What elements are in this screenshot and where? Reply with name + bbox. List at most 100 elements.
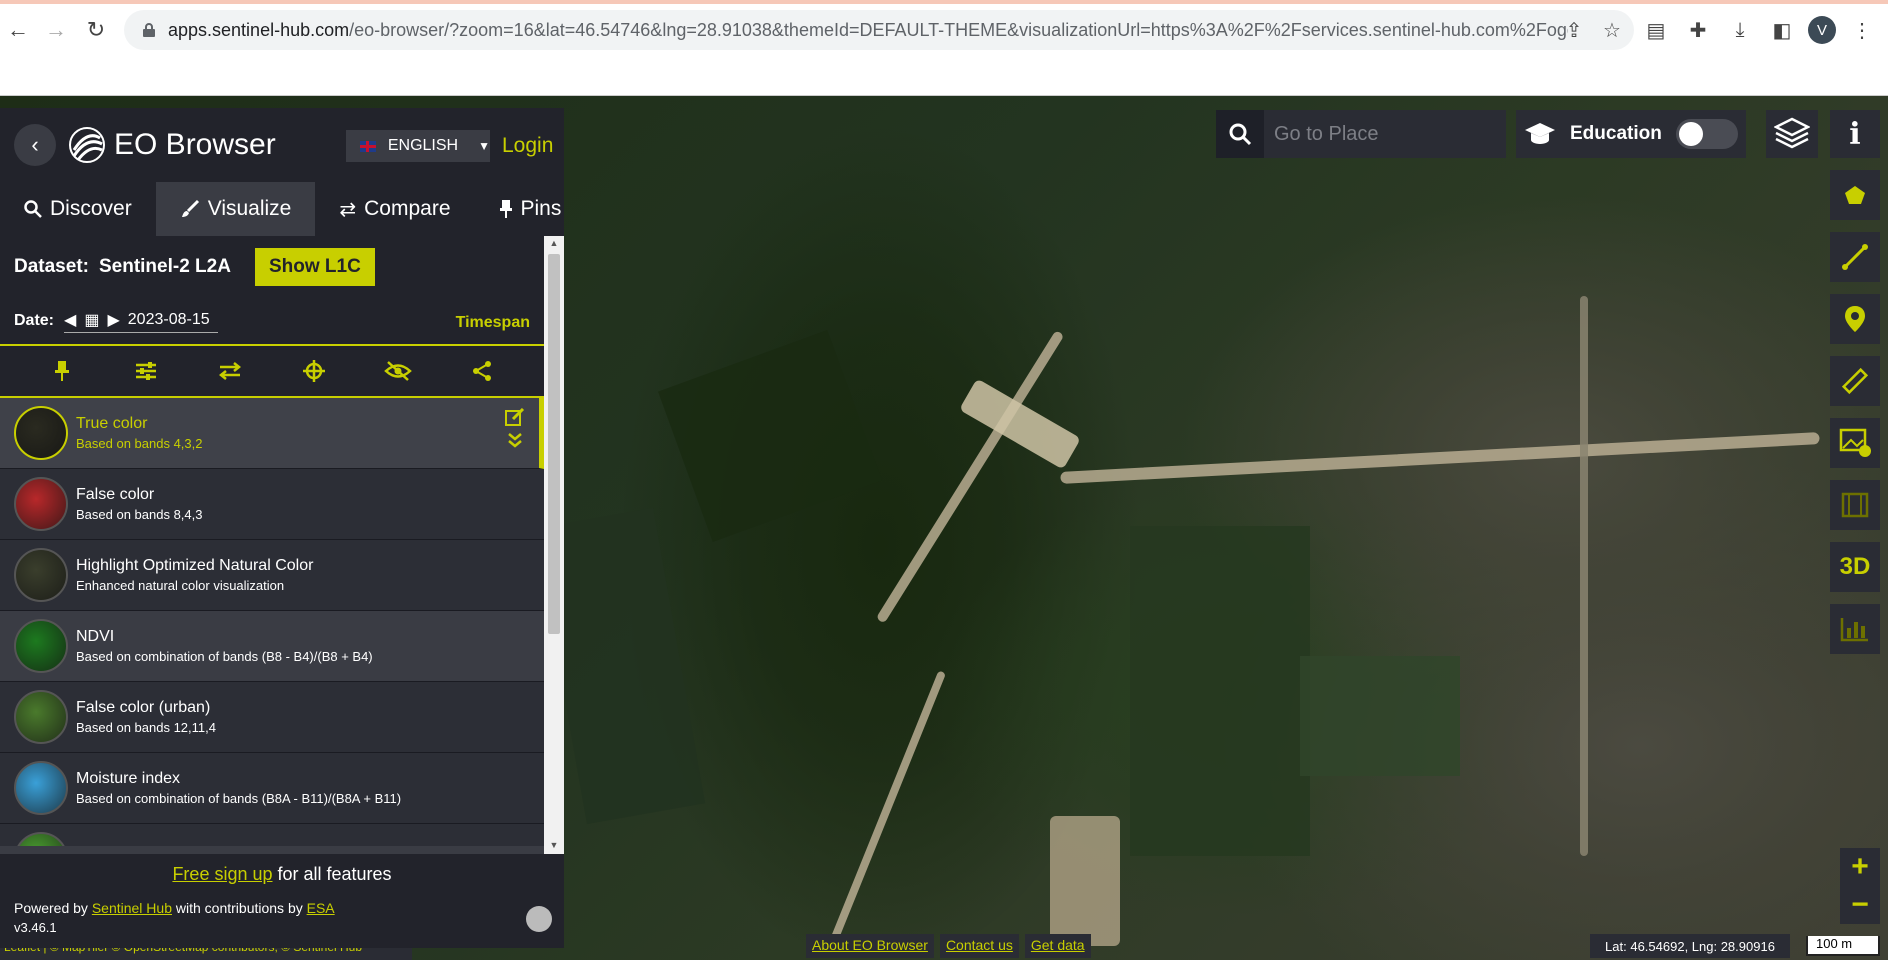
side-panel: ‹ EO Browser ENGLISH ▼ Login Discover Vi… <box>0 108 564 948</box>
layer-thumbnail <box>14 832 68 846</box>
map-marker-icon <box>1845 306 1865 332</box>
url-text: apps.sentinel-hub.com/eo-browser/?zoom=1… <box>168 20 1568 41</box>
caret-right-icon[interactable]: ▶ <box>107 310 119 330</box>
map-tools: 3D <box>1830 170 1880 666</box>
extensions-icon[interactable]: ✚ <box>1682 14 1714 46</box>
layer-list-scrollbar[interactable]: ▲ ▼ <box>544 236 564 854</box>
layer-item[interactable]: True color Based on bands 4,3,2 <box>0 398 544 469</box>
tool-3d-button[interactable]: 3D <box>1830 542 1880 592</box>
layer-item[interactable]: NDVI Based on combination of bands (B8 - … <box>0 611 544 682</box>
map-road <box>826 670 947 952</box>
scroll-down-icon[interactable]: ▼ <box>548 840 560 852</box>
download-icon[interactable]: ⤓ <box>1724 14 1756 46</box>
layers-button[interactable] <box>1766 110 1818 158</box>
draw-line-tool[interactable] <box>1830 232 1880 282</box>
layer-title: False color (urban) <box>76 699 211 716</box>
signup-text: Free sign up for all features <box>0 854 564 885</box>
eye-slash-icon[interactable] <box>383 356 413 386</box>
menu-kebab-icon[interactable]: ⋮ <box>1846 14 1878 46</box>
login-link[interactable]: Login <box>502 134 553 158</box>
tab-pins[interactable]: Pins <box>475 182 586 236</box>
brush-icon <box>181 199 199 217</box>
panel-tabs: Discover Visualize ⇄ Compare Pins <box>0 182 564 236</box>
tab-compare[interactable]: ⇄ Compare <box>315 182 474 236</box>
layer-title: True color <box>76 415 148 432</box>
media-icon[interactable]: ▤ <box>1640 14 1672 46</box>
tab-visualize[interactable]: Visualize <box>155 182 316 236</box>
map-field <box>1130 526 1310 856</box>
search-icon[interactable] <box>1216 110 1264 158</box>
collapse-panel-button[interactable]: ‹ <box>14 124 56 166</box>
esa-link[interactable]: ESA <box>307 900 335 916</box>
caret-left-icon[interactable]: ◀ <box>64 310 76 330</box>
search-input[interactable] <box>1264 122 1494 146</box>
reload-icon[interactable]: ↻ <box>78 12 114 48</box>
date-input[interactable]: 2023-08-15 <box>128 311 210 329</box>
layer-item[interactable]: False color (urban) Based on bands 12,11,… <box>0 682 544 753</box>
map-road <box>1050 816 1120 946</box>
get-data-link[interactable]: Get data <box>1024 934 1091 958</box>
date-label: Date: <box>14 312 55 329</box>
layer-item[interactable]: False color Based on bands 8,4,3 <box>0 469 544 540</box>
calendar-icon[interactable]: ▦ <box>84 310 99 330</box>
statistics-tool[interactable] <box>1830 604 1880 654</box>
show-l1c-button[interactable]: Show L1C <box>254 248 375 286</box>
layer-item[interactable]: Moisture index Based on combination of ba… <box>0 753 544 824</box>
powered-by-label: Powered by <box>14 900 92 916</box>
signup-rest: for all features <box>272 864 392 884</box>
sentinel-hub-link[interactable]: Sentinel Hub <box>92 900 172 916</box>
zoom-out-button[interactable]: − <box>1840 886 1880 924</box>
share-icon[interactable] <box>467 356 497 386</box>
panel-header: ‹ EO Browser ENGLISH ▼ Login <box>0 108 564 182</box>
layer-description: Based on bands 8,4,3 <box>76 507 203 522</box>
sliders-icon[interactable] <box>131 356 161 386</box>
crosshair-icon[interactable] <box>299 356 329 386</box>
back-arrow-icon[interactable]: ← <box>0 12 36 48</box>
map-field <box>658 330 882 542</box>
measure-tool[interactable] <box>1830 356 1880 406</box>
bookmark-star-icon[interactable]: ☆ <box>1596 14 1628 46</box>
compare-icon[interactable] <box>215 356 245 386</box>
sidepanel-icon[interactable]: ◧ <box>1766 14 1798 46</box>
tab-discover[interactable]: Discover <box>0 182 156 236</box>
contact-link[interactable]: Contact us <box>939 934 1019 958</box>
about-link[interactable]: About EO Browser <box>806 934 934 958</box>
map-field <box>1300 656 1460 776</box>
free-signup-link[interactable]: Free sign up <box>172 864 272 884</box>
layer-item[interactable]: SWIR <box>0 824 544 846</box>
layers-icon <box>1774 117 1810 149</box>
edit-icon[interactable] <box>505 408 525 426</box>
layer-thumbnail <box>14 548 68 602</box>
zoom-control: + − <box>1840 848 1880 924</box>
scroll-up-icon[interactable]: ▲ <box>548 238 560 250</box>
layer-item[interactable]: Highlight Optimized Natural Color Enhance… <box>0 540 544 611</box>
draw-polygon-tool[interactable] <box>1830 170 1880 220</box>
panel-footer: Free sign up for all features Powered by… <box>0 854 564 948</box>
layer-title: Moisture index <box>76 770 181 787</box>
language-select[interactable]: ENGLISH ▼ <box>346 130 490 162</box>
address-bar[interactable]: apps.sentinel-hub.com/eo-browser/?zoom=1… <box>124 10 1634 50</box>
layer-description: Based on bands 12,11,4 <box>76 720 216 735</box>
image-download-tool[interactable] <box>1830 418 1880 468</box>
uk-flag-icon <box>360 140 376 152</box>
double-chevron-down-icon[interactable] <box>507 432 523 448</box>
zoom-in-button[interactable]: + <box>1840 848 1880 886</box>
timelapse-tool[interactable] <box>1830 480 1880 530</box>
app-logo: EO Browser <box>68 126 276 164</box>
avatar[interactable]: V <box>1808 16 1836 44</box>
layer-title: False color <box>76 486 155 503</box>
pin-icon[interactable] <box>47 356 77 386</box>
scroll-thumb[interactable] <box>548 254 560 634</box>
layer-list: True color Based on bands 4,3,2 False colo… <box>0 398 544 846</box>
place-marker-tool[interactable] <box>1830 294 1880 344</box>
forward-arrow-icon[interactable]: → <box>38 12 74 48</box>
education-toggle[interactable] <box>1675 119 1738 149</box>
film-icon <box>1841 492 1869 518</box>
sinergise-logo-icon[interactable] <box>526 906 552 932</box>
share-icon[interactable]: ⇪ <box>1558 14 1590 46</box>
sentinel-hub-logo-icon <box>69 127 105 163</box>
timespan-toggle[interactable]: Timespan <box>456 314 530 332</box>
date-row: Date: ◀ ▦ ▶ 2023-08-15 Timespan <box>0 298 544 346</box>
layer-thumbnail <box>14 477 68 531</box>
info-button[interactable]: i <box>1830 110 1880 158</box>
